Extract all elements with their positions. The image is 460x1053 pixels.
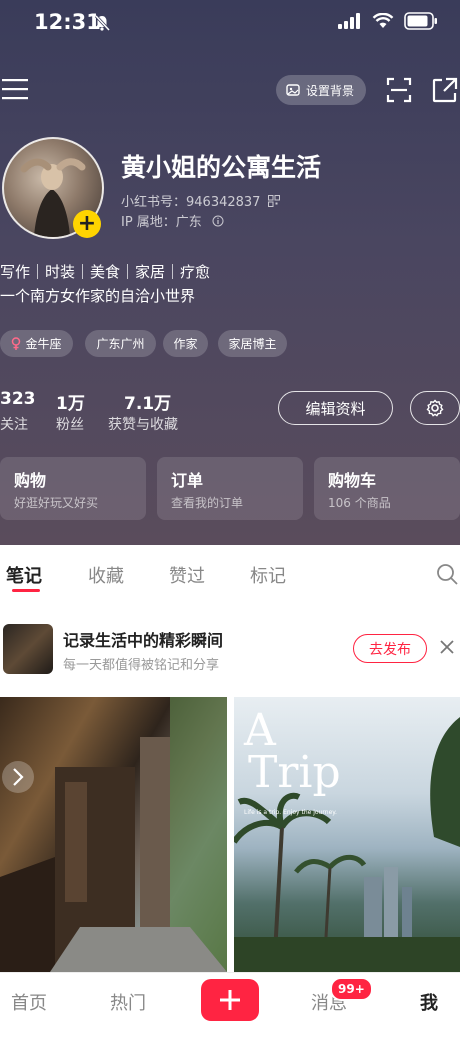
card-title: 购物车 [328,471,377,490]
account-id: 小红书号：946342837 [121,191,281,210]
following-label[interactable]: 关注 [0,414,28,434]
tab-marked[interactable]: 标记 [250,562,286,588]
battery-icon [404,12,438,30]
orders-card[interactable]: 订单 查看我的订单 [157,457,303,520]
likes-count[interactable]: 7.1万 [124,389,171,414]
banner-thumbnail [3,624,53,674]
followers-count[interactable]: 1万 [56,389,85,414]
card-subtitle: 查看我的订单 [171,496,244,510]
share-icon[interactable] [432,77,458,103]
tab-notes[interactable]: 笔记 [6,562,42,588]
tag-occupation[interactable]: 作家 [163,330,208,357]
card-subtitle: 好逛好玩又好买 [14,496,99,510]
add-avatar-icon[interactable]: + [73,210,101,238]
tag-category[interactable]: 家居博主 [218,330,287,357]
settings-button[interactable] [410,391,460,425]
status-time: 12:31 [34,10,101,34]
account-id-label: 小红书号：946342837 [121,195,261,210]
signal-icon [338,13,362,29]
image-icon [286,83,300,97]
nav-hot[interactable]: 热门 [110,989,146,1015]
set-background-button[interactable]: 设置背景 [276,75,366,105]
tab-liked[interactable]: 赞过 [169,562,205,588]
messages-badge: 99+ [330,977,373,1001]
username: 黄小姐的公寓生活 [121,153,322,182]
trip-title: Trip [248,747,341,798]
gear-icon [426,399,444,417]
likes-label[interactable]: 获赞与收藏 [108,414,178,434]
tag-label: 金牛座 [25,337,62,351]
banner-title: 记录生活中的精彩瞬间 [63,631,224,650]
profile-topbar: 设置背景 [0,70,460,110]
edit-profile-button[interactable]: 编辑资料 [278,391,393,425]
tag-label: 家居博主 [228,337,277,351]
ip-location: IP 属地：广东 [121,211,224,230]
card-title: 购物 [14,471,47,490]
card-subtitle: 106 个商品 [328,496,391,510]
bio-line-2: 一个南方女作家的自洽小世界 [0,287,196,305]
nav-home[interactable]: 首页 [11,989,47,1015]
plus-icon [219,989,241,1011]
active-tab-indicator [12,589,40,592]
publish-banner: 记录生活中的精彩瞬间 每一天都值得被铭记和分享 去发布 [0,605,460,691]
scan-icon[interactable] [386,77,412,103]
create-post-button[interactable] [201,979,259,1021]
trip-subtitle: Life is a trip. Enjoy the journey. [244,809,337,816]
content-tabs: 笔记 收藏 赞过 标记 [0,545,460,601]
info-icon[interactable] [212,215,224,227]
tag-location[interactable]: 广东广州 [85,330,156,357]
set-background-label: 设置背景 [306,83,355,98]
followers-label[interactable]: 粉丝 [56,414,84,434]
wifi-icon [372,13,394,29]
publish-button[interactable]: 去发布 [353,634,427,663]
bio-line-1: 写作｜时装｜美食｜家居｜疗愈 [0,263,211,281]
bottom-navigation: 首页 热门 消息 99+ 我 [0,972,460,1053]
note-card-trip[interactable]: A Trip Life is a trip. Enjoy the journey… [234,697,460,972]
following-count[interactable]: 323 [0,389,36,409]
status-icons [338,12,438,30]
cart-card[interactable]: 购物车 106 个商品 [314,457,460,520]
menu-icon[interactable] [2,78,30,100]
female-icon [11,337,21,350]
nav-me[interactable]: 我 [420,989,438,1015]
tag-label: 作家 [173,337,198,351]
qrcode-icon[interactable] [268,194,281,207]
note-card-building[interactable] [0,697,227,972]
close-icon[interactable] [438,638,456,656]
shopping-card[interactable]: 购物 好逛好玩又好买 [0,457,146,520]
search-icon[interactable] [436,563,458,585]
tag-label: 广东广州 [96,337,145,351]
profile-header: 12:31 设置背景 + 黄小姐的公寓生活 小红书号：946342837 IP … [0,0,460,545]
card-title: 订单 [171,471,204,490]
ip-location-label: IP 属地：广东 [121,215,202,230]
mute-bell-icon [93,14,111,32]
tab-collections[interactable]: 收藏 [88,562,124,588]
tag-zodiac[interactable]: 金牛座 [0,330,73,357]
banner-subtitle: 每一天都值得被铭记和分享 [63,658,220,673]
